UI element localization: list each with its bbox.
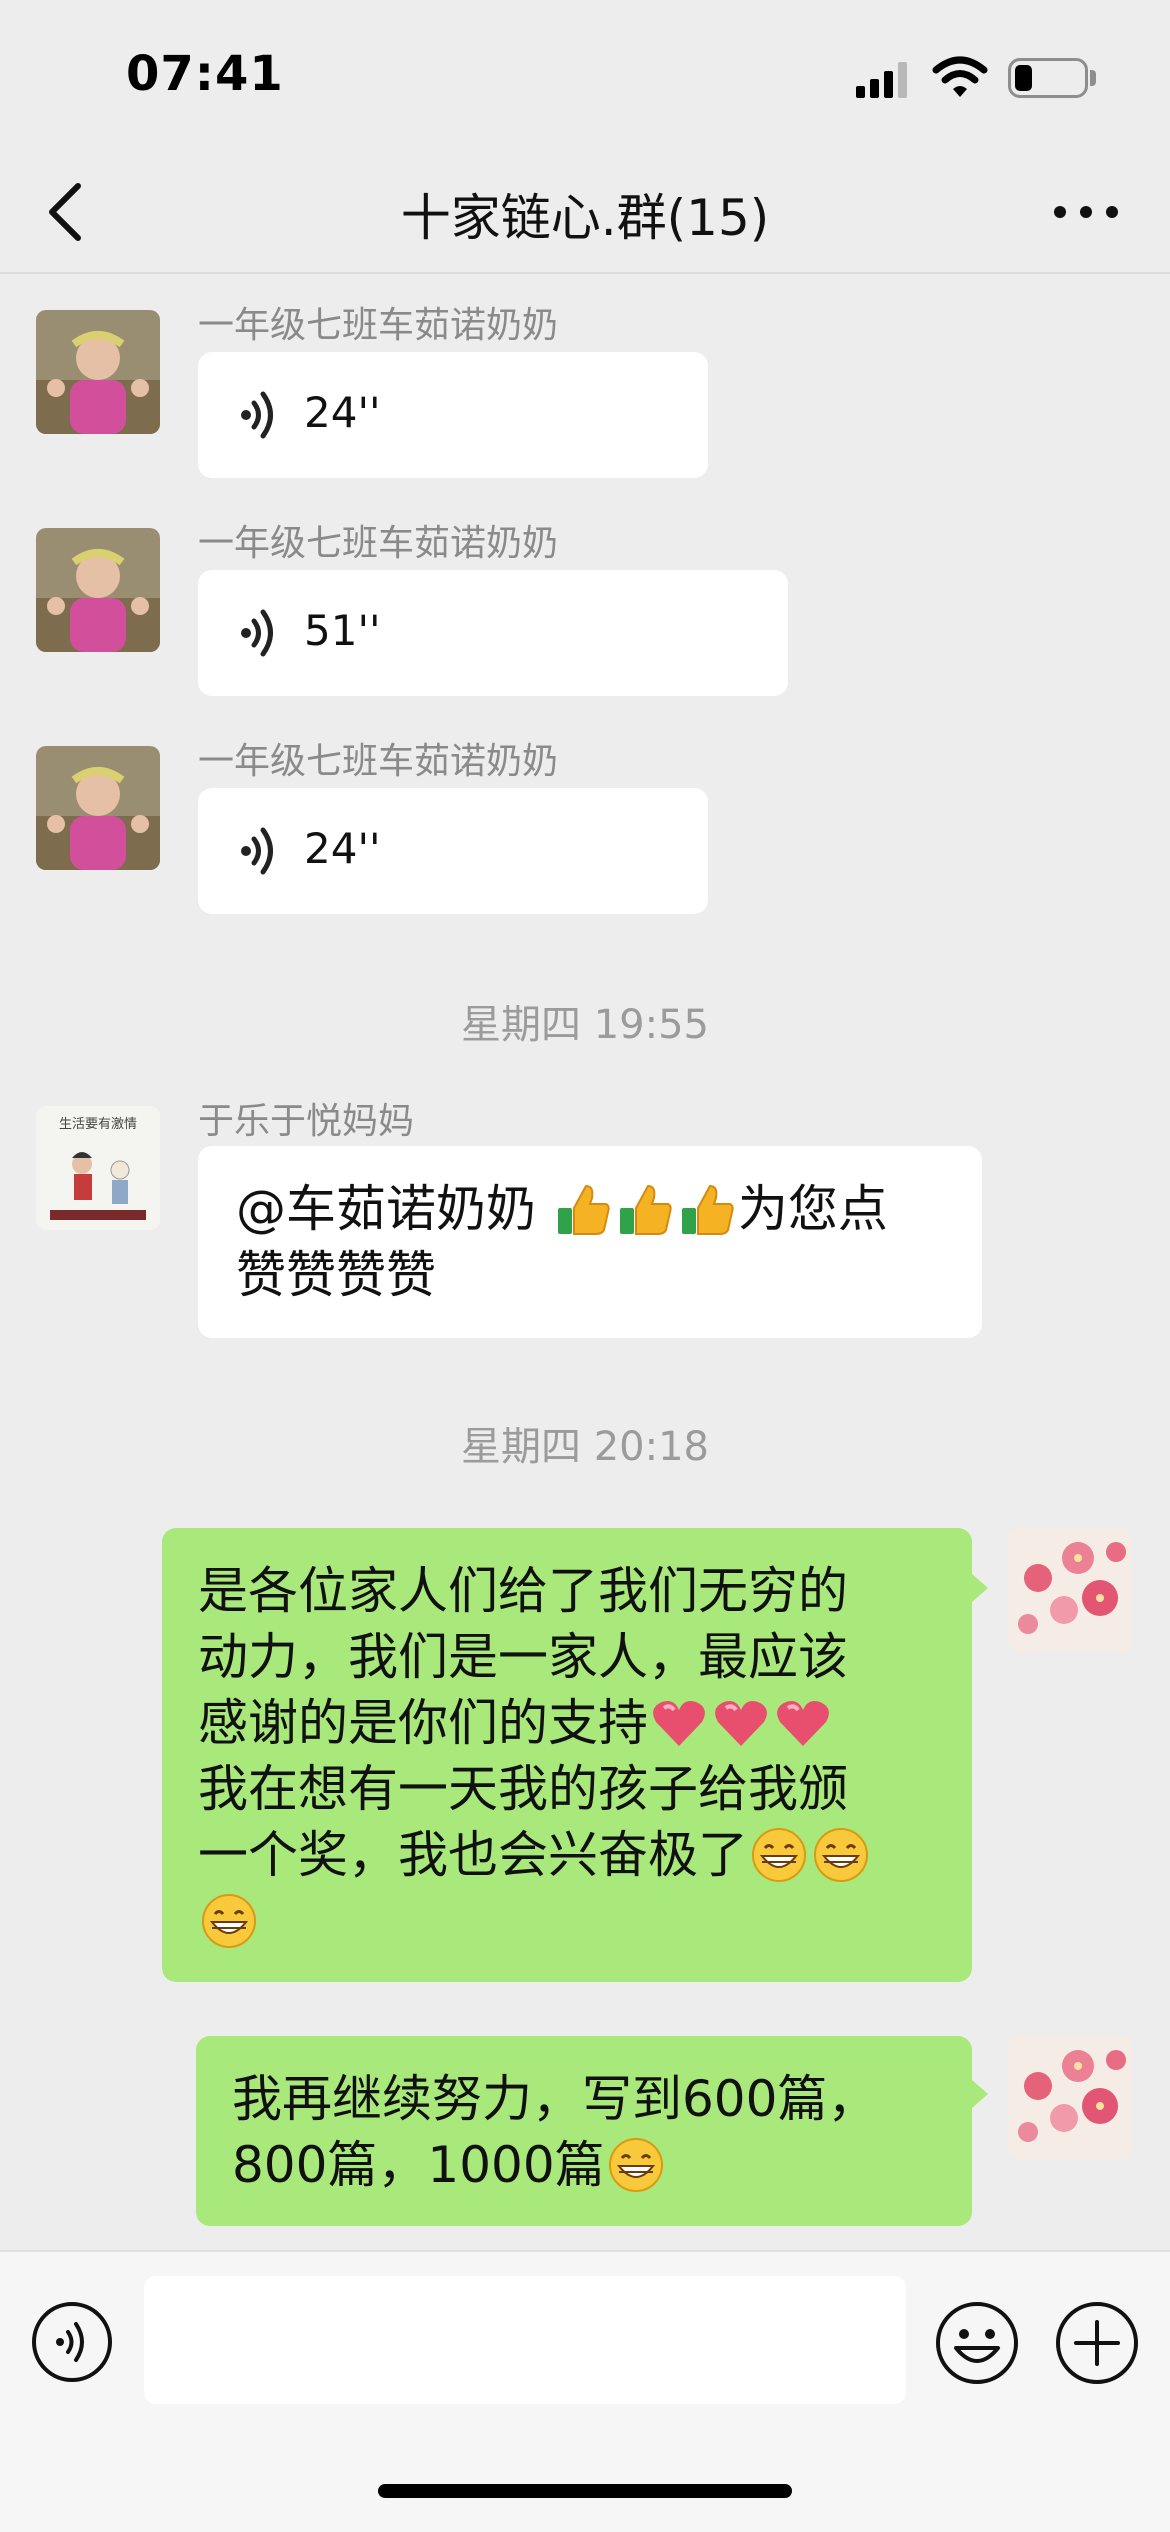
nav-bar: 十家链心.群(15)	[0, 150, 1170, 274]
message-line	[198, 1888, 260, 1954]
voice-message[interactable]: 24''	[198, 352, 708, 478]
message-line: 感谢的是你们的支持	[198, 1690, 834, 1756]
avatar[interactable]	[1008, 2036, 1132, 2160]
message-line: 800篇，1000篇	[232, 2132, 667, 2198]
avatar[interactable]	[1008, 1528, 1132, 1652]
message-text: 为您点	[737, 1180, 888, 1238]
home-indicator	[378, 2484, 792, 2498]
message-line: 一个奖，我也会兴奋极了	[198, 1822, 872, 1888]
voice-wave-icon	[241, 827, 273, 875]
voice-duration: 24''	[304, 388, 381, 437]
thumbs-up-emoji	[619, 1184, 672, 1235]
more-dots-icon[interactable]	[1040, 190, 1130, 230]
avatar[interactable]	[36, 310, 160, 434]
grin-emoji	[202, 1894, 256, 1948]
battery-cap	[1090, 70, 1096, 86]
text-message-outgoing[interactable]: 我再继续努力，写到600篇， 800篇，1000篇	[196, 2036, 972, 2226]
message-text: 800篇，1000篇	[232, 2136, 605, 2194]
emoji-face-icon[interactable]	[934, 2300, 1020, 2386]
cellular-signal-icon	[856, 60, 912, 98]
voice-wave-icon	[241, 391, 273, 439]
sender-name: 一年级七班车茹诺奶奶	[198, 305, 559, 346]
avatar[interactable]: 生活要有激情	[36, 1106, 160, 1230]
heart-emoji	[777, 1701, 829, 1746]
voice-message[interactable]: 51''	[198, 570, 788, 696]
message-line: 是各位家人们给了我们无穷的	[198, 1562, 848, 1620]
mention-text: @车茹诺奶奶	[236, 1180, 552, 1238]
sender-name: 一年级七班车茹诺奶奶	[198, 523, 559, 564]
grin-emoji	[608, 2138, 663, 2192]
timestamp: 星期四 20:18	[461, 1424, 709, 1470]
avatar[interactable]	[36, 528, 160, 652]
voice-message[interactable]: 24''	[198, 788, 708, 914]
thumbs-up-emoji	[557, 1184, 610, 1235]
svg-text:生活要有激情: 生活要有激情	[59, 1117, 137, 1132]
chat-title: 十家链心.群(15)	[400, 189, 770, 247]
message-text: 感谢的是你们的支持	[198, 1694, 648, 1752]
message-line: @车茹诺奶奶 为您点	[236, 1176, 888, 1242]
voice-duration: 51''	[304, 606, 381, 655]
bubble-tail	[972, 2080, 988, 2108]
grin-emoji	[752, 1828, 806, 1882]
text-message[interactable]: @车茹诺奶奶 为您点 赞赞赞赞	[198, 1146, 982, 1338]
message-line: 动力，我们是一家人，最应该	[198, 1628, 848, 1686]
message-text: 一个奖，我也会兴奋极了	[198, 1826, 748, 1884]
bubble-tail	[972, 1574, 988, 1602]
wifi-icon	[932, 56, 988, 97]
voice-duration: 24''	[304, 824, 381, 873]
timestamp: 星期四 19:55	[461, 1002, 709, 1048]
sender-name: 一年级七班车茹诺奶奶	[198, 741, 559, 782]
heart-emoji	[715, 1701, 767, 1746]
message-line: 我再继续努力，写到600篇，	[232, 2070, 878, 2128]
status-time: 07:41	[126, 46, 284, 102]
voice-mode-icon[interactable]	[30, 2300, 114, 2384]
avatar[interactable]	[36, 746, 160, 870]
battery-icon	[1008, 58, 1088, 98]
heart-emoji	[653, 1701, 705, 1746]
sender-name: 于乐于悦妈妈	[198, 1101, 415, 1142]
message-line: 赞赞赞赞	[236, 1246, 436, 1304]
thumbs-up-emoji	[681, 1184, 734, 1235]
grin-emoji	[814, 1828, 868, 1882]
add-plus-icon[interactable]	[1054, 2300, 1140, 2386]
message-line: 我在想有一天我的孩子给我颁	[198, 1760, 848, 1818]
voice-wave-icon	[241, 609, 273, 657]
message-input[interactable]	[144, 2276, 906, 2404]
status-bar: 07:41	[0, 0, 1170, 150]
text-message-outgoing[interactable]: 是各位家人们给了我们无穷的 动力，我们是一家人，最应该 感谢的是你们的支持 我在…	[162, 1528, 972, 1982]
